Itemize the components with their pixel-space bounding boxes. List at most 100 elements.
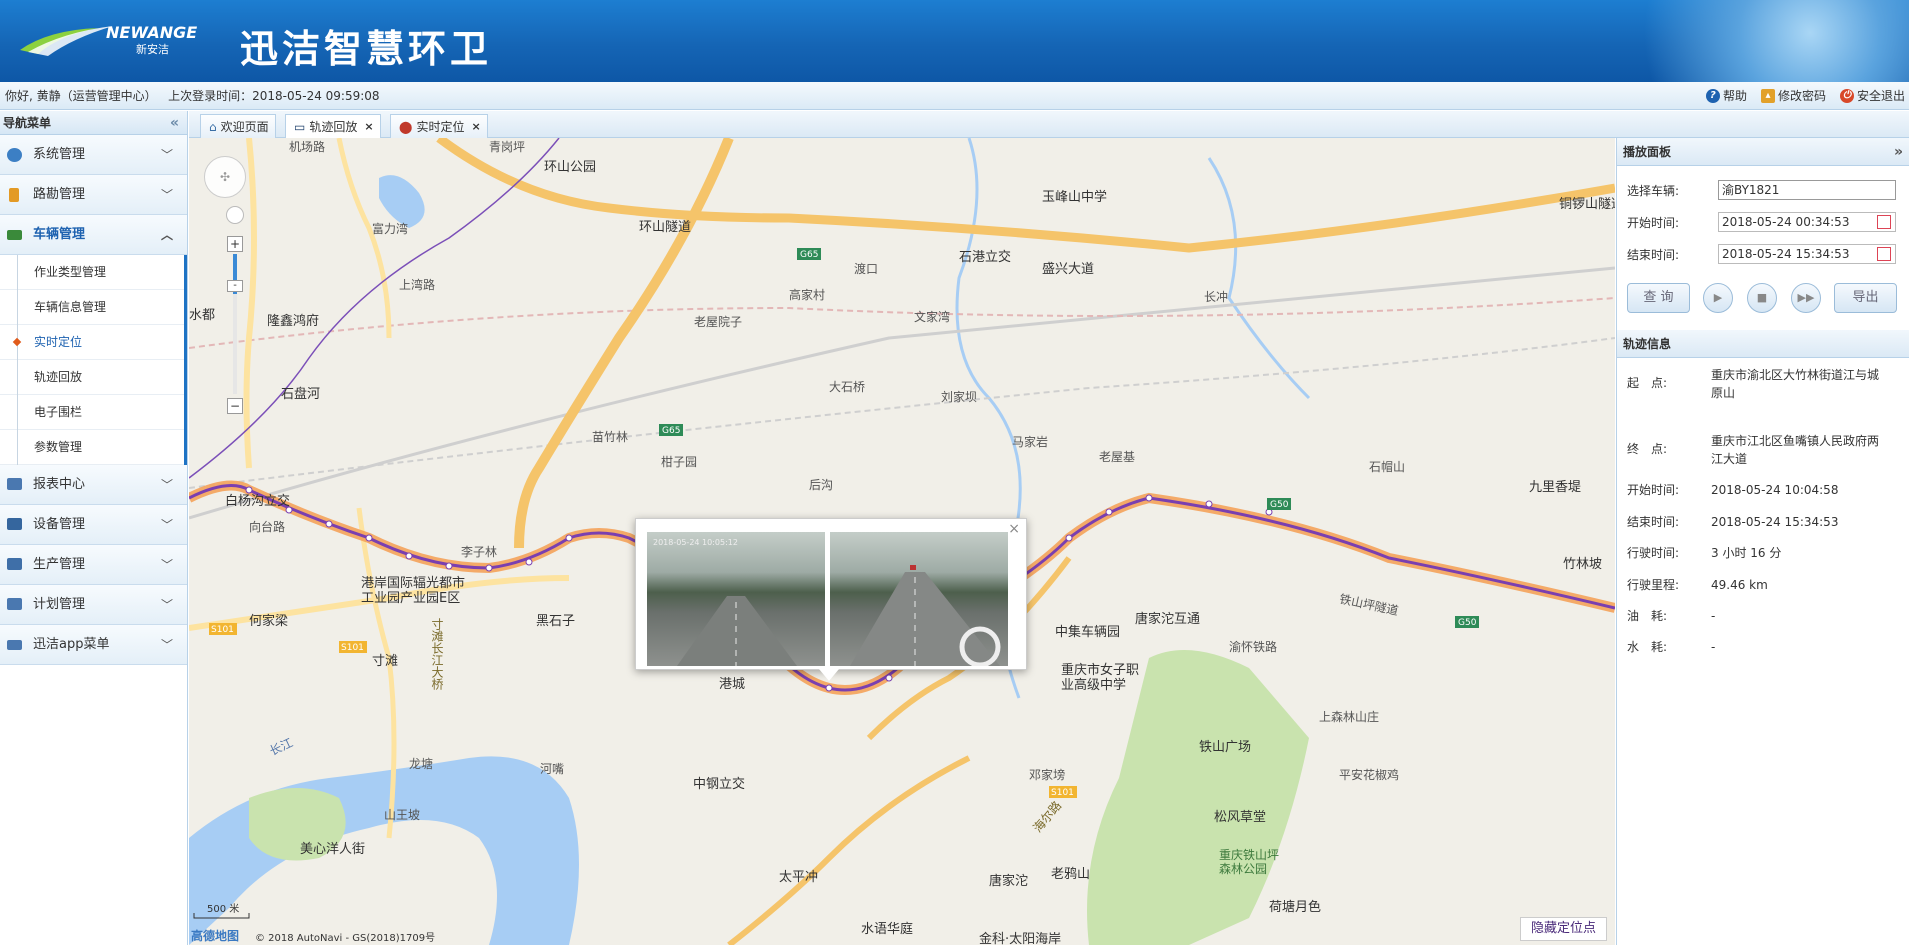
start-time-label: 开始时间: [1627,216,1680,230]
greeting-text: 你好, 黄静（运营管理中心） [5,89,157,103]
camera-photo-1[interactable]: 2018-05-24 10:05:12 [647,532,825,666]
field-value: 2018-05-24 10:04:58 [1711,483,1839,497]
tab-label: 实时定位 [416,119,465,134]
field-value: 重庆市渝北区大竹林街道江与城原山 [1711,368,1880,400]
end-time-input[interactable]: 2018-05-24 15:34:53 [1718,244,1896,264]
collapse-panel-icon[interactable]: » [1894,138,1903,166]
svg-text:G50: G50 [1270,500,1289,510]
logout-link[interactable]: ⏻ 安全退出 [1839,82,1905,110]
map-view[interactable]: G50 G50 G50 G65 G65 S101 S101 S101 ✣ + -… [189,138,1615,945]
end-time-value: 2018-05-24 15:34:53 [1722,247,1850,261]
vehicle-submenu: 作业类型管理 车辆信息管理 实时定位 轨迹回放 电子围栏 参数管理 [0,255,187,465]
camera-photo-2[interactable] [830,532,1008,666]
map-zoom-control: ✣ + - − [204,156,246,414]
submenu-geofence[interactable]: 电子围栏 [0,395,184,430]
map-label: 松风草堂 [1214,810,1267,825]
menu-label: 系统管理 [33,147,86,162]
tab-label: 轨迹回放 [309,120,358,134]
start-time-value: 2018-05-24 00:34:53 [1722,215,1850,229]
collapse-sidebar-icon[interactable]: « [170,111,179,135]
tab-realtime-location[interactable]: ⬤ 实时定位 × [390,114,488,138]
menu-plans[interactable]: 计划管理 ﹀ [0,585,187,625]
help-icon: ? [1705,89,1720,103]
map-label: 长冲 [1204,290,1229,304]
field-label: 开始时间: [1627,483,1680,497]
app-title: 迅洁智慧环卫 [240,27,493,71]
playback-panel: 播放面板 » 选择车辆: 渝BY1821 开始时间: 2018-05-24 00:… [1616,138,1909,945]
map-label: 盛兴大道 [1042,262,1095,277]
change-password-link[interactable]: ▴ 修改密码 [1760,82,1826,110]
calendar-icon[interactable] [1877,247,1891,261]
map-label: 隆鑫鸿府 [267,314,320,329]
map-label: 水语华庭 [861,922,914,937]
field-label: 起 点: [1627,376,1668,390]
map-label: 石帽山 [1369,460,1406,474]
submenu-track-playback[interactable]: 轨迹回放 [0,360,184,395]
fast-forward-icon: ▶▶ [1797,291,1815,304]
field-value: 3 小时 16 分 [1711,546,1782,560]
calendar-icon[interactable] [1877,215,1891,229]
chevron-down-icon: ﹀ [160,188,173,202]
truck-icon [7,230,22,240]
tab-welcome[interactable]: ⌂ 欢迎页面 [200,114,276,138]
fast-forward-button[interactable]: ▶▶ [1791,283,1821,313]
play-icon: ▶ [1713,291,1723,304]
map-label: 荷塘月色 [1269,900,1322,915]
menu-reports[interactable]: 报表中心 ﹀ [0,465,187,505]
pan-control[interactable]: ✣ [204,156,246,198]
map-label: 唐家沱互通 [1135,612,1201,627]
help-link[interactable]: ? 帮助 [1705,82,1747,110]
menu-system[interactable]: 系统管理 ﹀ [0,135,187,175]
menu-app[interactable]: 迅洁app菜单 ﹀ [0,625,187,665]
sidebar-header: 导航菜单 « [0,111,187,135]
active-marker [12,337,22,347]
svg-text:G50: G50 [1458,618,1477,628]
close-tab-icon[interactable]: × [471,116,480,138]
submenu-parameters[interactable]: 参数管理 [0,430,184,465]
submenu-vehicle-info[interactable]: 车辆信息管理 [0,290,184,325]
tab-track-playback[interactable]: ▭ 轨迹回放 × [285,114,381,139]
menu-vehicle[interactable]: 车辆管理 ︿ [0,215,187,255]
chevron-down-icon: ﹀ [160,598,173,612]
export-button[interactable]: 导出 [1834,283,1897,313]
play-button[interactable]: ▶ [1703,283,1733,313]
field-value: 49.46 km [1711,578,1768,592]
close-icon[interactable]: × [1008,521,1020,537]
map-label: 重庆市女子职业高级中学 [1061,663,1140,693]
report-icon [7,478,22,490]
zoom-slider-handle[interactable]: - [227,280,243,292]
map-label: 向台路 [249,520,286,534]
vehicle-select[interactable]: 渝BY1821 [1718,180,1896,200]
track-info-title: 轨迹信息 [1623,337,1672,351]
field-value: 重庆市江北区鱼嘴镇人民政府两江大道 [1711,434,1880,466]
menu-production[interactable]: 生产管理 ﹀ [0,545,187,585]
submenu-work-type[interactable]: 作业类型管理 [0,255,184,290]
chevron-up-icon: ︿ [160,228,173,242]
stop-button[interactable]: ■ [1747,283,1777,313]
map-label: 上湾路 [399,278,436,292]
menu-devices[interactable]: 设备管理 ﹀ [0,505,187,545]
chevron-down-icon: ﹀ [160,478,173,492]
map-label: 金科·太阳海岸 [979,932,1062,945]
map-label: 渡口 [854,262,879,276]
field-value: 2018-05-24 15:34:53 [1711,515,1839,529]
menu-road-survey[interactable]: 路勘管理 ﹀ [0,175,187,215]
user-greeting: 你好, 黄静（运营管理中心） 上次登录时间：2018-05-24 09:59:0… [5,82,380,110]
hide-points-button[interactable]: 隐藏定位点 [1519,917,1607,941]
map-label: 寸滩长江大桥 [430,618,444,690]
map-label: 石盘河 [281,387,321,402]
locate-button[interactable] [226,206,244,224]
logo-text: NEWANGE [106,23,197,42]
power-icon: ⏻ [1839,89,1854,103]
svg-text:G65: G65 [662,426,680,436]
submenu-label: 车辆信息管理 [34,300,107,314]
close-tab-icon[interactable]: × [364,116,373,138]
user-bar: 你好, 黄静（运营管理中心） 上次登录时间：2018-05-24 09:59:0… [0,82,1909,110]
change-password-label: 修改密码 [1777,89,1826,103]
map-label: 石港立交 [959,250,1012,265]
start-time-input[interactable]: 2018-05-24 00:34:53 [1718,212,1896,232]
zoom-in-button[interactable]: + [227,236,243,252]
query-button[interactable]: 查 询 [1627,283,1690,313]
submenu-realtime-location[interactable]: 实时定位 [0,325,184,360]
zoom-out-button[interactable]: − [227,398,243,414]
